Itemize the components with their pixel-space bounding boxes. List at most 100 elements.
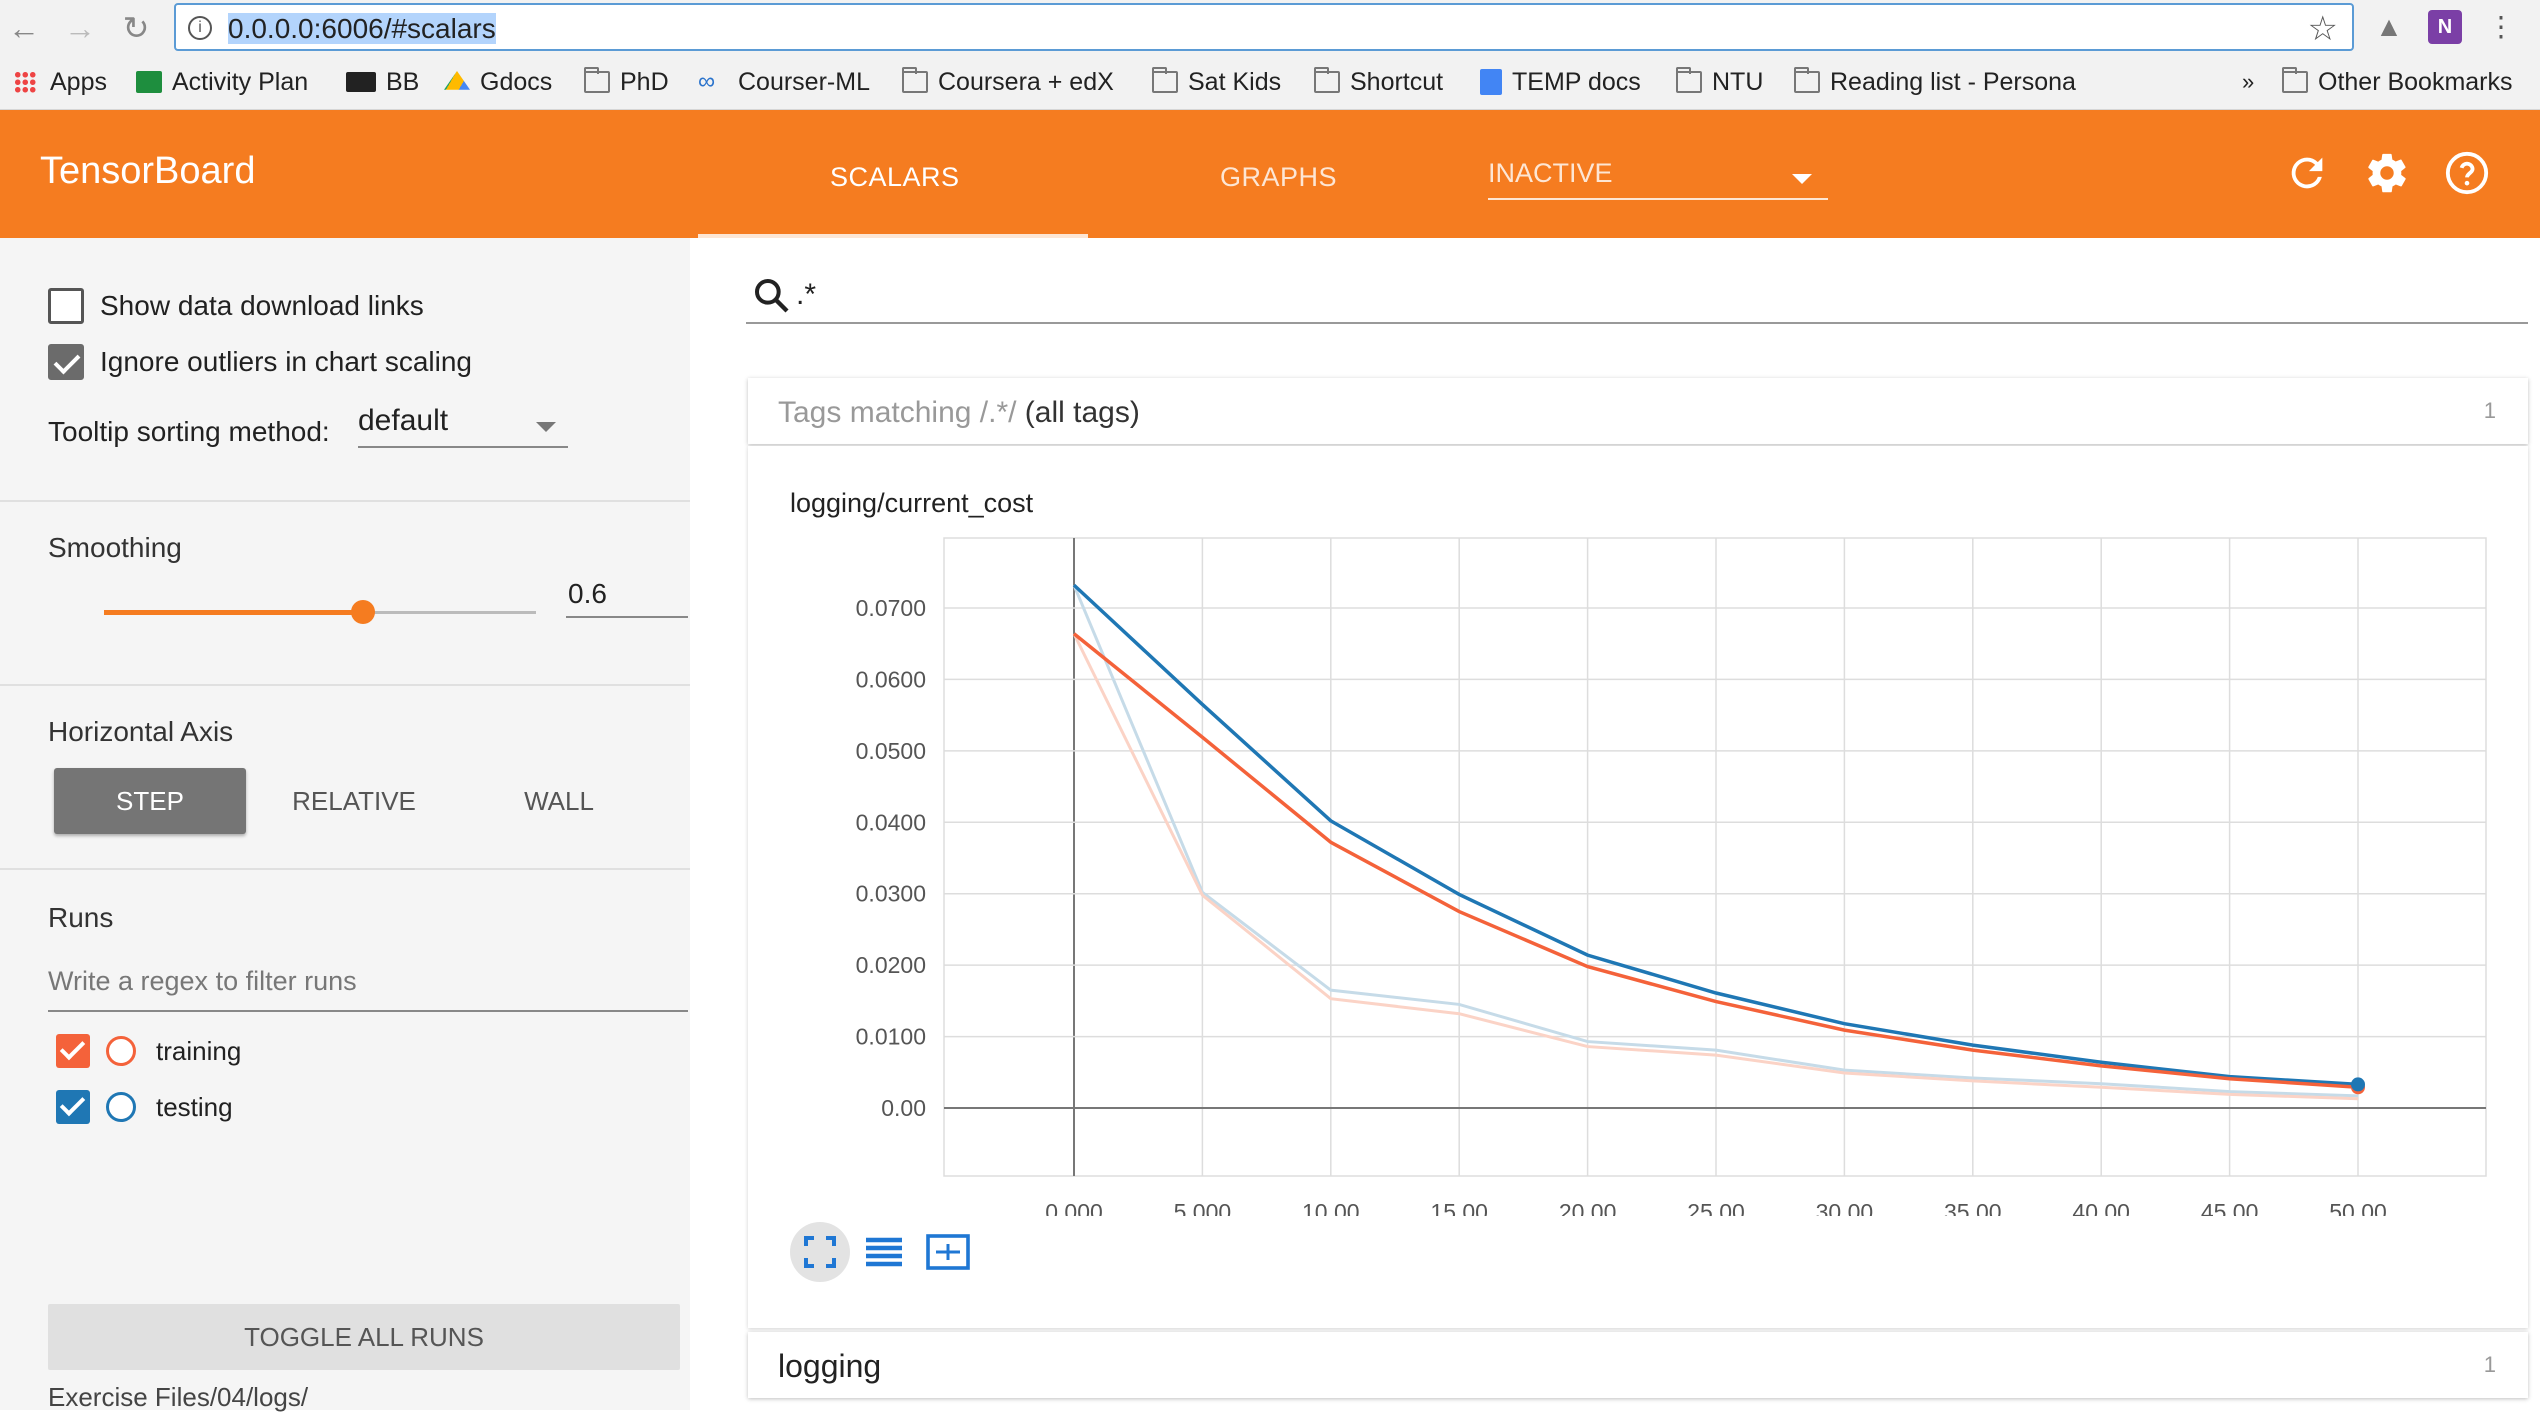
checkbox-checked[interactable] (48, 344, 84, 380)
line-chart[interactable]: 0.000 5.000 10.00 15.00 20.00 25.00 30.00 35.00… (748, 446, 2528, 1216)
y-tick-label: 0.0600 (856, 666, 926, 692)
bookmark-bb[interactable]: BB (346, 64, 419, 100)
url-text[interactable]: 0.0.0.0:6006/#scalars (228, 13, 496, 45)
show-download-links-checkbox[interactable]: Show data download links (48, 288, 424, 324)
logging-group-title: logging (778, 1348, 882, 1384)
axis-relative-button[interactable]: RELATIVE (268, 768, 440, 834)
folder-icon (1676, 67, 1702, 93)
x-tick-label: 20.00 (1559, 1199, 1617, 1216)
ignore-outliers-checkbox[interactable]: Ignore outliers in chart scaling (48, 344, 472, 380)
refresh-icon[interactable] (2284, 150, 2330, 196)
drive-extension-icon[interactable]: ▲ (2372, 10, 2406, 44)
bookmarks-bar: Apps Activity Plan BB Gdocs PhD ∞ Courser… (0, 58, 2540, 106)
divider (0, 868, 690, 870)
expand-chart-icon[interactable] (790, 1222, 850, 1282)
forward-icon[interactable]: → (60, 8, 100, 48)
browser-chrome: ← → ↻ i 0.0.0.0:6006/#scalars ☆ ▲ N ⋮ Ap… (0, 0, 2540, 110)
toggle-all-runs-button[interactable]: TOGGLE ALL RUNS (48, 1304, 680, 1370)
x-tick-label: 25.00 (1687, 1199, 1745, 1216)
back-icon[interactable]: ← (4, 8, 44, 48)
bookmark-gdocs[interactable]: Gdocs (444, 64, 552, 100)
smoothing-slider-fill (104, 610, 364, 615)
folder-icon (902, 67, 928, 93)
dropdown-label: INACTIVE (1488, 158, 1613, 188)
tags-matching-title: Tags matching /.*/ (all tags) (778, 396, 1140, 429)
inactive-plugins-dropdown[interactable]: INACTIVE (1488, 158, 1828, 200)
app-header: TensorBoard SCALARS GRAPHS INACTIVE (0, 110, 2540, 238)
folder-icon (1152, 67, 1178, 93)
bookmark-activity-plan[interactable]: Activity Plan (136, 64, 308, 100)
bookmark-shortcut[interactable]: Shortcut (1314, 64, 1443, 100)
axis-wall-button[interactable]: WALL (474, 768, 644, 834)
run-checkbox[interactable] (56, 1034, 90, 1068)
address-bar[interactable]: i 0.0.0.0:6006/#scalars ☆ (174, 3, 2354, 51)
search-input[interactable]: .* (796, 278, 816, 312)
tags-matching-header[interactable]: Tags matching /.*/ (all tags) 1 (748, 378, 2528, 444)
smoothing-value-input[interactable]: 0.6 (566, 574, 688, 618)
chart-card: logging/current_cost 0.000 5.000 10.00 15.0… (748, 446, 2528, 1328)
run-item-training[interactable]: training (56, 1034, 241, 1068)
fit-domain-icon[interactable] (918, 1222, 978, 1282)
reload-icon[interactable]: ↻ (116, 8, 156, 48)
run-color-circle-icon (106, 1036, 136, 1066)
x-tick-label: 0.000 (1045, 1199, 1103, 1216)
toggle-log-scale-icon[interactable] (854, 1222, 914, 1282)
tab-graphs[interactable]: GRAPHS (1220, 162, 1337, 193)
runs-title: Runs (48, 902, 114, 933)
y-tick-label: 0.0700 (856, 595, 926, 621)
bookmark-coursera-edx[interactable]: Coursera + edX (902, 64, 1114, 100)
onenote-extension-icon[interactable]: N (2428, 10, 2462, 44)
bookmark-other[interactable]: Other Bookmarks (2282, 64, 2513, 100)
bookmark-star-icon[interactable]: ☆ (2308, 9, 2338, 49)
blackboard-icon (346, 72, 376, 92)
y-tick-label: 0.0300 (856, 881, 926, 907)
bookmark-apps[interactable]: Apps (14, 64, 107, 100)
settings-gear-icon[interactable] (2364, 150, 2410, 196)
menu-icon[interactable]: ⋮ (2484, 10, 2518, 44)
tab-scalars[interactable]: SCALARS (830, 162, 960, 193)
bookmark-courser-ml[interactable]: ∞ Courser-ML (698, 64, 870, 100)
info-icon[interactable]: i (188, 16, 212, 40)
bookmarks-overflow-icon[interactable]: » (2242, 64, 2254, 100)
select-value: default (358, 404, 449, 437)
run-checkbox[interactable] (56, 1090, 90, 1124)
run-item-testing[interactable]: testing (56, 1090, 233, 1124)
bookmark-reading-list[interactable]: Reading list - Persona (1794, 64, 2076, 100)
y-tick-label: 0.0500 (856, 738, 926, 764)
y-tick-label: 0.0100 (856, 1024, 926, 1050)
apps-grid-icon (14, 71, 36, 93)
logging-group-header[interactable]: logging 1 (748, 1332, 2528, 1398)
x-tick-label: 5.000 (1174, 1199, 1232, 1216)
bookmark-sat-kids[interactable]: Sat Kids (1152, 64, 1281, 100)
coursera-icon: ∞ (698, 68, 716, 95)
help-icon[interactable] (2444, 150, 2490, 196)
divider (0, 684, 690, 686)
smoothing-slider-knob[interactable] (351, 600, 376, 624)
tooltip-sorting-select[interactable]: default (358, 404, 568, 448)
caret-down-icon (1792, 174, 1812, 184)
series-endpoint-testing (2351, 1077, 2365, 1092)
caret-down-icon (536, 422, 556, 432)
sheets-icon (136, 71, 162, 93)
folder-icon (1794, 67, 1820, 93)
checkbox-label: Ignore outliers in chart scaling (100, 346, 472, 377)
bookmark-temp-docs[interactable]: TEMP docs (1480, 64, 1641, 100)
divider (0, 500, 690, 502)
run-name: testing (156, 1091, 233, 1122)
runs-filter-input[interactable]: Write a regex to filter runs (48, 960, 688, 1012)
horizontal-axis-title: Horizontal Axis (48, 716, 234, 747)
folder-icon (1314, 67, 1340, 93)
drive-icon (444, 71, 470, 90)
checkbox-unchecked[interactable] (48, 288, 84, 324)
tag-filter-search[interactable]: .* (746, 266, 2528, 324)
y-tick-label: 0.00 (881, 1095, 926, 1121)
app-title: TensorBoard (40, 150, 256, 192)
bookmark-ntu[interactable]: NTU (1676, 64, 1763, 100)
y-tick-label: 0.0400 (856, 809, 926, 835)
log-directory: Exercise Files/04/logs/ (48, 1382, 309, 1412)
axis-step-button[interactable]: STEP (54, 768, 246, 834)
search-icon (755, 279, 789, 313)
bookmark-phd[interactable]: PhD (584, 64, 669, 100)
sidebar: Show data download links Ignore outliers… (0, 238, 690, 1412)
x-tick-label: 50.00 (2329, 1199, 2387, 1216)
